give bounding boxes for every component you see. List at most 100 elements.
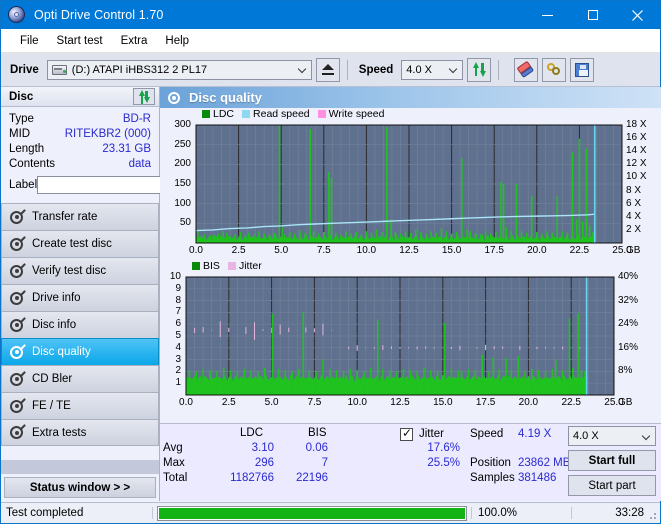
- tools-icon: [546, 62, 562, 77]
- legend-label: Read speed: [253, 108, 310, 120]
- jitter-checkbox[interactable]: [400, 426, 413, 441]
- x-axis-tick: 7.5: [307, 397, 322, 408]
- disc-icon: [9, 208, 26, 225]
- sidebar-item-cd-bler[interactable]: CD Bler: [1, 365, 159, 392]
- window-title: Opti Drive Control 1.70: [34, 8, 164, 22]
- y-axis-tick: 7: [175, 306, 181, 318]
- sidebar-item-disc-info[interactable]: Disc info: [1, 311, 159, 338]
- save-button[interactable]: [570, 57, 595, 82]
- chart-bis-jitter: BIS Jitter 1 2 3 4 5 6 7 8 9 10 8% 16% 24% 32% 40% 0.0 2.5…: [160, 260, 661, 412]
- test-speed-select[interactable]: 4.0 X: [568, 426, 656, 446]
- x-axis-tick: 22.5: [569, 245, 590, 256]
- disc-panel-header: Disc: [1, 87, 159, 107]
- y-axis-tick: 6: [175, 318, 181, 330]
- chart-legend: BIS Jitter: [192, 260, 266, 272]
- sidebar-item-create-test-disc[interactable]: Create test disc: [1, 230, 159, 257]
- disc-info-panel: Type BD-R MID RITEKBR2 (000) Length 23.3…: [1, 107, 241, 197]
- status-window-button[interactable]: Status window > >: [4, 477, 156, 498]
- disc-icon: [9, 370, 26, 387]
- legend-swatch: [317, 110, 326, 118]
- window-controls: [525, 1, 660, 29]
- y2-axis-tick: 16 X: [626, 132, 647, 144]
- toolbar-divider-2: [498, 59, 500, 80]
- disc-info-row: Type BD-R: [9, 111, 151, 126]
- y2-axis-tick: 12 X: [626, 158, 647, 170]
- drive-label: Drive: [10, 63, 39, 76]
- x-axis-label: GB: [618, 397, 633, 408]
- tools-button[interactable]: [542, 57, 567, 82]
- content-area: Disc Type BD-R MID RITEKBR2 (000) Length…: [1, 87, 661, 501]
- menu-help[interactable]: Help: [156, 32, 198, 50]
- disc-type-value: BD-R: [122, 112, 151, 125]
- speed-select[interactable]: 4.0 X: [401, 59, 464, 80]
- x-axis-tick: 17.5: [475, 397, 496, 408]
- disc-quality-icon: [167, 91, 182, 105]
- y2-axis-tick: 16%: [618, 341, 639, 353]
- disc-label-row: Label: [9, 174, 241, 195]
- save-icon: [575, 62, 590, 77]
- sidebar-item-label: Disc info: [32, 319, 77, 331]
- refresh-button[interactable]: [467, 57, 492, 82]
- x-axis-tick: 22.5: [561, 397, 581, 408]
- ldc-max-value: 296: [254, 457, 274, 469]
- chart-legend: LDC Read speed Write speed: [202, 108, 389, 120]
- x-axis-tick: 0.0: [179, 397, 193, 408]
- disc-mid-label: MID: [9, 127, 31, 140]
- maximize-icon: [587, 10, 598, 20]
- legend-item: BIS: [192, 260, 220, 272]
- sidebar-item-label: Disc quality: [32, 346, 91, 358]
- disc-icon: [9, 262, 26, 279]
- y-axis-tick: 4: [175, 341, 181, 353]
- menu-extra[interactable]: Extra: [112, 32, 157, 50]
- sidebar-item-verify-test-disc[interactable]: Verify test disc: [1, 257, 159, 284]
- close-button[interactable]: [615, 1, 660, 29]
- y-axis-tick: 50: [179, 217, 191, 229]
- start-full-button[interactable]: Start full: [568, 450, 656, 471]
- disc-refresh-button[interactable]: [133, 88, 155, 105]
- erase-button[interactable]: [514, 57, 539, 82]
- sidebar-item-disc-quality[interactable]: Disc quality: [1, 338, 159, 365]
- y2-axis-tick: 24%: [618, 318, 639, 330]
- drive-select[interactable]: (D:) ATAPI iHBS312 2 PL17: [46, 59, 312, 80]
- refresh-icon: [472, 62, 487, 77]
- x-axis-tick: 5.0: [264, 397, 279, 408]
- y2-axis-tick: 18 X: [626, 119, 647, 130]
- samples-label: Samples: [470, 472, 515, 484]
- y2-axis-tick: 8 X: [626, 184, 642, 196]
- stats-row-avg: Avg: [163, 442, 183, 454]
- sidebar-item-label: Extra tests: [32, 426, 87, 439]
- y2-axis-tick: 8%: [618, 365, 633, 377]
- x-axis-tick: 20.0: [518, 397, 539, 408]
- minimize-button[interactable]: [525, 1, 570, 29]
- sidebar-item-transfer-rate[interactable]: Transfer rate: [1, 203, 159, 230]
- position-label: Position: [470, 457, 511, 469]
- y-axis-tick: 150: [174, 178, 191, 189]
- drive-icon: [51, 63, 68, 76]
- chevron-down-icon: [298, 65, 307, 74]
- sidebar-item-fe-te[interactable]: FE / TE: [1, 392, 159, 419]
- legend-item: LDC: [202, 108, 234, 120]
- disc-panel-title: Disc: [9, 90, 34, 103]
- eject-button[interactable]: [315, 57, 340, 82]
- start-part-button[interactable]: Start part: [568, 475, 656, 496]
- sidebar-item-drive-info[interactable]: Drive info: [1, 284, 159, 311]
- legend-item: Write speed: [317, 108, 385, 120]
- stats-row-total: Total: [163, 472, 188, 484]
- sidebar-item-extra-tests[interactable]: Extra tests: [1, 419, 159, 446]
- jitter-label: Jitter: [419, 428, 444, 440]
- resize-grip[interactable]: [647, 510, 657, 520]
- y-axis-tick: 3: [175, 353, 181, 365]
- x-axis-tick: 5.0: [274, 245, 289, 256]
- navigation-list: Transfer rate Create test disc Verify te…: [1, 203, 159, 446]
- ldc-total-value: 1182766: [230, 472, 274, 484]
- x-axis-tick: 10.0: [356, 245, 377, 256]
- legend-label: LDC: [213, 108, 235, 120]
- statistics-panel: LDC BIS Avg Max Total 3.10 296 1182766 0…: [160, 423, 661, 501]
- maximize-button[interactable]: [570, 1, 615, 29]
- test-speed-value: 4.0 X: [573, 430, 599, 442]
- menu-file[interactable]: File: [11, 32, 48, 50]
- menu-start-test[interactable]: Start test: [48, 32, 112, 50]
- y-axis-tick: 300: [174, 119, 191, 130]
- y2-axis-tick: 10 X: [626, 171, 647, 183]
- disc-label-key: Label: [9, 178, 38, 191]
